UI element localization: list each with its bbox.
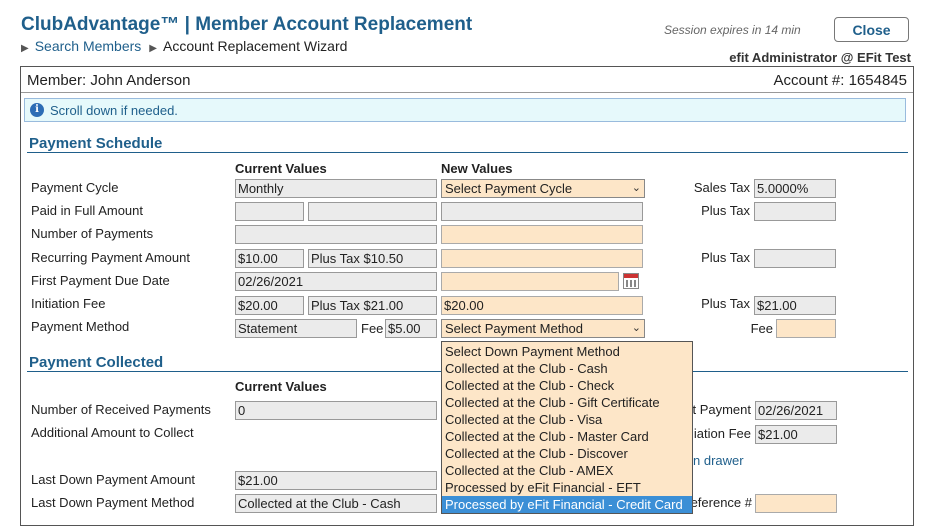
- dropdown-option[interactable]: Collected at the Club - Gift Certificate: [442, 394, 692, 411]
- dropdown-option[interactable]: Collected at the Club - Master Card: [442, 428, 692, 445]
- chevron-down-icon: ⌄: [631, 182, 641, 194]
- payment-method-select-value: Select Payment Method: [445, 321, 584, 336]
- first-payment-date-field: 02/26/2021: [755, 401, 837, 420]
- new-paid-in-full-field: [441, 202, 643, 221]
- paid-in-full-plus-tax-label: Plus Tax: [701, 203, 750, 218]
- payment-cycle-label: Payment Cycle: [31, 180, 119, 195]
- triangle-right-icon: ▶: [149, 43, 157, 54]
- number-of-payments-label: Number of Payments: [31, 226, 154, 241]
- section-divider: [27, 152, 908, 153]
- new-values-header: New Values: [441, 161, 513, 176]
- payment-collected-title: Payment Collected: [29, 354, 164, 371]
- initiation-plus-tax-label: Plus Tax: [701, 296, 750, 311]
- dropdown-option[interactable]: Processed by eFit Financial - EFT: [442, 479, 692, 496]
- initiation-plus-tax-field: $21.00: [754, 296, 836, 315]
- dropdown-option[interactable]: Collected at the Club - AMEX: [442, 462, 692, 479]
- current-payment-method-field: Statement: [235, 319, 357, 338]
- chevron-down-icon: ⌄: [631, 322, 641, 334]
- payment-method-label: Payment Method: [31, 319, 130, 334]
- close-button[interactable]: Close: [834, 17, 909, 42]
- session-timer: Session expires in 14 min: [664, 23, 801, 37]
- current-paid-in-full-tax-field: [308, 202, 437, 221]
- initiation-fee-collected-field: $21.00: [755, 425, 837, 444]
- info-icon: i: [30, 103, 44, 117]
- current-recurring-amount-field: $10.00: [235, 249, 304, 268]
- last-down-method-label: Last Down Payment Method: [31, 495, 195, 510]
- info-text: Scroll down if needed.: [50, 103, 178, 118]
- dropdown-option[interactable]: Collected at the Club - Check: [442, 377, 692, 394]
- current-recurring-tax-field: Plus Tax $10.50: [308, 249, 437, 268]
- new-first-due-input[interactable]: [441, 272, 619, 291]
- last-down-amount-field: $21.00: [235, 471, 437, 490]
- payment-cycle-select[interactable]: Select Payment Cycle ⌄: [441, 179, 645, 198]
- received-payments-field: 0: [235, 401, 437, 420]
- current-fee-label: Fee: [361, 321, 384, 336]
- last-down-amount-label: Last Down Payment Amount: [31, 472, 196, 487]
- dropdown-option[interactable]: Collected at the Club - Cash: [442, 360, 692, 377]
- sales-tax-label: Sales Tax: [693, 180, 750, 195]
- calendar-icon[interactable]: [623, 273, 639, 289]
- payment-cycle-select-value: Select Payment Cycle: [445, 181, 573, 196]
- recurring-payment-label: Recurring Payment Amount: [31, 250, 190, 265]
- dropdown-option[interactable]: Select Down Payment Method: [442, 343, 692, 360]
- cash-drawer-link[interactable]: n drawer: [693, 453, 744, 468]
- current-payment-cycle-field: Monthly: [235, 179, 437, 198]
- user-info: efit Administrator @ EFit Test: [729, 50, 911, 65]
- breadcrumb-search-members-link[interactable]: Search Members: [35, 38, 142, 54]
- current-number-of-payments-field: [235, 225, 437, 244]
- method-fee-input[interactable]: [776, 319, 836, 338]
- current-initiation-fee-field: $20.00: [235, 296, 304, 315]
- additional-amount-label: Additional Amount to Collect: [31, 425, 194, 440]
- initiation-fee-label: Initiation Fee: [31, 296, 106, 311]
- last-down-method-field: Collected at the Club - Cash: [235, 494, 437, 513]
- received-payments-label: Number of Received Payments: [31, 402, 211, 417]
- payment-schedule-title: Payment Schedule: [29, 135, 163, 152]
- method-fee-label: Fee: [750, 321, 773, 336]
- first-payment-due-label: First Payment Due Date: [31, 273, 170, 288]
- recurring-plus-tax-label: Plus Tax: [701, 250, 750, 265]
- account-number: Account #: 1654845: [773, 72, 907, 89]
- new-initiation-fee-input[interactable]: $20.00: [441, 296, 643, 315]
- triangle-right-icon: ▶: [21, 43, 29, 54]
- new-recurring-amount-input[interactable]: [441, 249, 643, 268]
- breadcrumb: ▶ Search Members ▶ Account Replacement Wiza…: [21, 38, 347, 54]
- breadcrumb-current: Account Replacement Wizard: [163, 38, 348, 54]
- dropdown-option[interactable]: Collected at the Club - Discover: [442, 445, 692, 462]
- collected-current-values-header: Current Values: [235, 379, 327, 394]
- sales-tax-field: 5.0000%: [754, 179, 836, 198]
- current-initiation-tax-field: Plus Tax $21.00: [308, 296, 437, 315]
- app-title: ClubAdvantage™ | Member Account Replacem…: [21, 14, 473, 35]
- paid-in-full-plus-tax-field: [754, 202, 836, 221]
- member-name: Member: John Anderson: [27, 72, 191, 89]
- current-first-due-field: 02/26/2021: [235, 272, 437, 291]
- paid-in-full-label: Paid in Full Amount: [31, 203, 144, 218]
- dropdown-option[interactable]: Collected at the Club - Visa: [442, 411, 692, 428]
- payment-method-select[interactable]: Select Payment Method ⌄: [441, 319, 645, 338]
- reference-number-input[interactable]: [755, 494, 837, 513]
- recurring-plus-tax-field: [754, 249, 836, 268]
- current-fee-field: $5.00: [385, 319, 437, 338]
- new-number-of-payments-input[interactable]: [441, 225, 643, 244]
- dropdown-option-selected[interactable]: Processed by eFit Financial - Credit Car…: [442, 496, 692, 513]
- current-values-header: Current Values: [235, 161, 327, 176]
- down-payment-method-dropdown[interactable]: Select Down Payment Method Collected at …: [441, 341, 693, 514]
- current-paid-in-full-field: [235, 202, 304, 221]
